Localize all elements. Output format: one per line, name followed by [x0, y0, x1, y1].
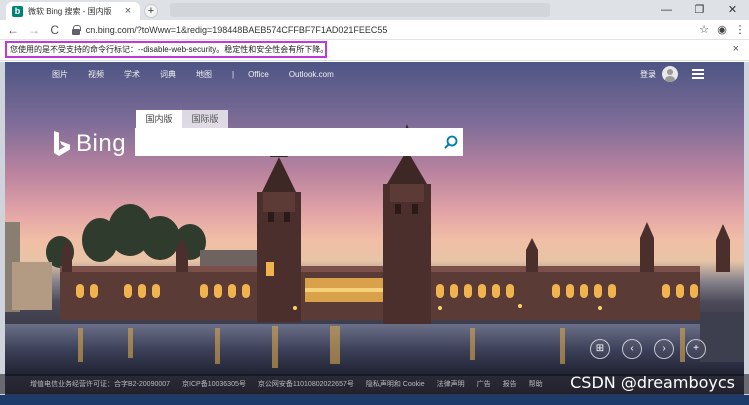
search-box	[135, 128, 463, 156]
csdn-watermark: CSDN @dreamboycs	[570, 373, 735, 392]
image-carousel-controls: ⊞ ‹ › +	[590, 339, 718, 359]
window-controls: — ❐ ✕	[650, 0, 749, 20]
warning-infobar: 您使用的是不受支持的命令行标记：--disable-web-security。稳…	[0, 40, 749, 61]
nav-academic[interactable]: 学术	[124, 69, 140, 80]
browser-tab[interactable]: b 微软 Bing 搜索 - 国内版 ×	[6, 2, 140, 20]
bing-top-nav: 图片 视频 学术 词典 地图 | Office Outlook.com	[52, 69, 354, 80]
search-icon[interactable]	[439, 130, 463, 154]
nav-videos[interactable]: 视频	[88, 69, 104, 80]
login-link[interactable]: 登录	[640, 69, 656, 80]
browser-menu-icon[interactable]: ⋮	[731, 23, 749, 36]
bing-account-area: 登录	[640, 66, 704, 82]
tab-domestic[interactable]: 国内版	[136, 110, 182, 128]
address-url[interactable]: cn.bing.com/?toWww=1&redig=198448BAEB574…	[86, 25, 388, 35]
tab-strip: b 微软 Bing 搜索 - 国内版 × + — ❐ ✕	[0, 0, 749, 20]
lock-icon	[71, 24, 81, 35]
tab-close-icon[interactable]: ×	[122, 5, 134, 17]
next-image-button[interactable]: ›	[654, 339, 674, 359]
footer-ads[interactable]: 广告	[477, 379, 491, 389]
close-window-button[interactable]: ✕	[716, 0, 749, 20]
nav-separator: |	[232, 70, 235, 79]
avatar-icon[interactable]	[662, 66, 678, 82]
search-input[interactable]	[135, 129, 439, 155]
page-frame-left	[0, 62, 5, 405]
forward-button[interactable]: →	[26, 22, 42, 38]
hamburger-menu-icon[interactable]	[692, 67, 704, 82]
footer-license[interactable]: 增值电信业务经营许可证：合字B2-20090007	[30, 379, 170, 389]
browser-toolbar: ← → C cn.bing.com/?toWww=1&redig=198448B…	[0, 20, 749, 40]
page-frame-right	[744, 62, 749, 405]
bing-homepage: 图片 视频 学术 词典 地图 | Office Outlook.com 登录 B…	[0, 62, 749, 405]
nav-outlook[interactable]: Outlook.com	[289, 70, 334, 79]
reload-button[interactable]: C	[47, 22, 63, 38]
infobar-close-icon[interactable]: ×	[733, 43, 739, 55]
footer-report[interactable]: 报告	[503, 379, 517, 389]
nav-dictionary[interactable]: 词典	[160, 69, 176, 80]
bing-favicon-icon: b	[12, 5, 23, 17]
bing-logo: Bing	[53, 130, 126, 158]
footer-privacy[interactable]: 隐私声明和 Cookie	[366, 379, 425, 389]
tab-title: 微软 Bing 搜索 - 国内版	[28, 6, 112, 16]
footer-legal[interactable]: 法律声明	[437, 379, 465, 389]
footer-police-record[interactable]: 京公网安备11010802022657号	[258, 379, 354, 389]
nav-maps[interactable]: 地图	[196, 69, 212, 80]
new-tab-button[interactable]: +	[144, 4, 158, 18]
bing-b-logo-icon	[54, 131, 70, 156]
toolbar-actions: ☆ ◉ ⋮	[695, 23, 749, 36]
nav-images[interactable]: 图片	[52, 69, 68, 80]
nav-office[interactable]: Office	[248, 70, 269, 79]
bing-wordmark: Bing	[76, 130, 127, 157]
bookmark-star-icon[interactable]: ☆	[695, 23, 713, 36]
more-image-button[interactable]: +	[686, 339, 706, 359]
footer-help[interactable]: 帮助	[529, 379, 543, 389]
infobar-message: 您使用的是不受支持的命令行标记：--disable-web-security。稳…	[5, 41, 327, 58]
address-bar[interactable]: cn.bing.com/?toWww=1&redig=198448BAEB574…	[70, 21, 695, 38]
minimize-button[interactable]: —	[650, 0, 683, 20]
tab-strip-empty-area	[170, 3, 550, 17]
tab-international[interactable]: 国际版	[182, 110, 228, 128]
back-button[interactable]: ←	[5, 22, 21, 38]
os-taskbar	[0, 395, 749, 405]
footer-icp[interactable]: 京ICP备10036305号	[182, 379, 246, 389]
image-info-icon[interactable]: ⊞	[590, 339, 610, 359]
previous-image-button[interactable]: ‹	[622, 339, 642, 359]
maximize-button[interactable]: ❐	[683, 0, 716, 20]
profile-icon[interactable]: ◉	[713, 23, 731, 36]
